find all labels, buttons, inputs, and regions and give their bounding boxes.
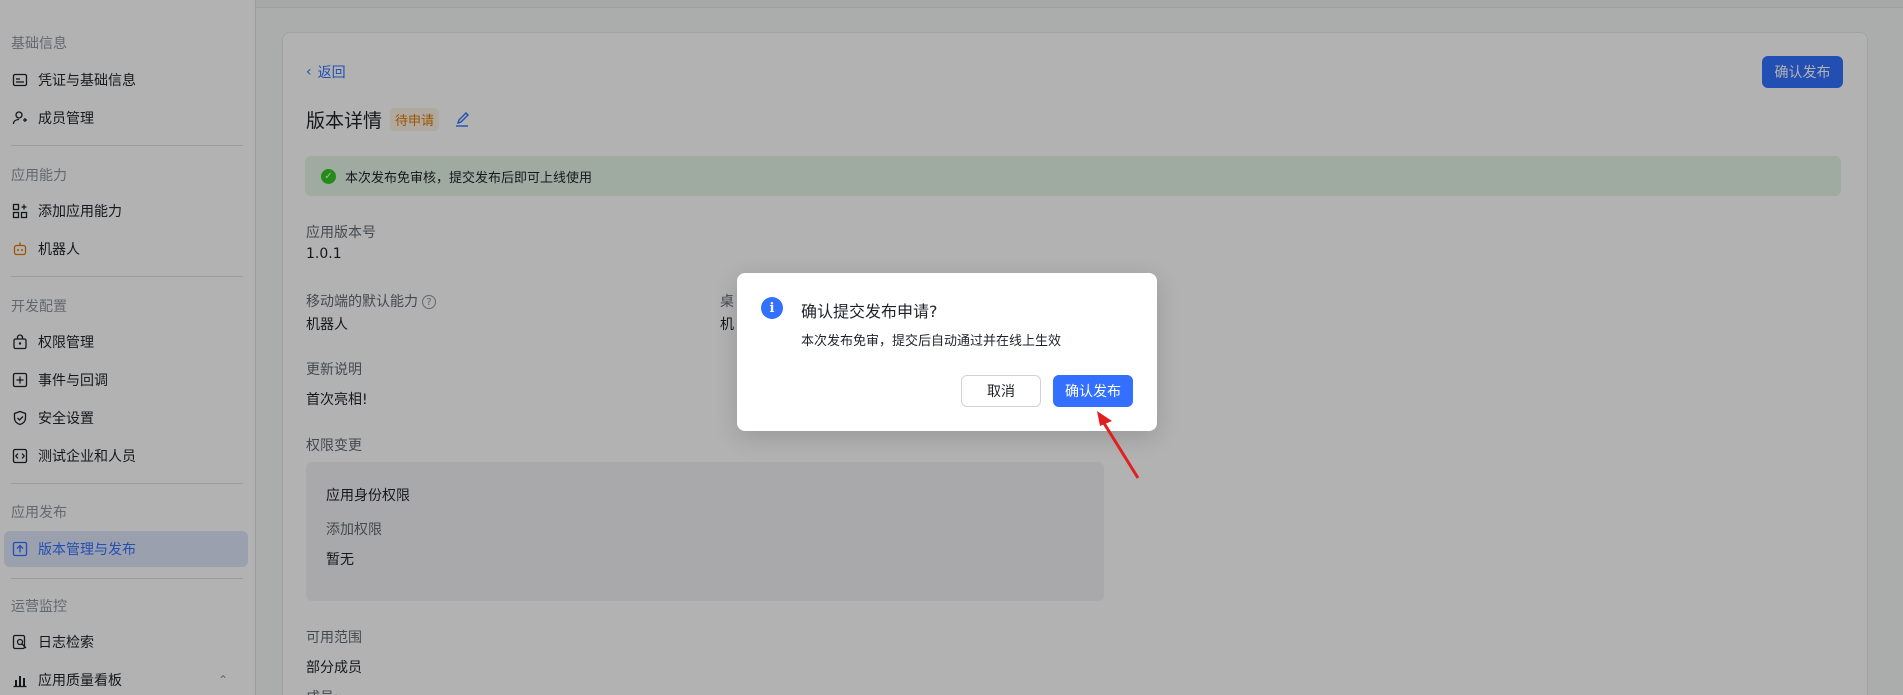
confirm-dialog: i 确认提交发布申请? 本次发布免审，提交后自动通过并在线上生效 取消 确认发布 [737, 273, 1157, 431]
dialog-message: 本次发布免审，提交后自动通过并在线上生效 [801, 334, 1062, 349]
confirm-publish-button[interactable]: 确认发布 [1053, 375, 1133, 407]
dialog-title: 确认提交发布申请? [801, 302, 938, 321]
cancel-button[interactable]: 取消 [961, 375, 1041, 407]
info-icon: i [761, 297, 783, 319]
